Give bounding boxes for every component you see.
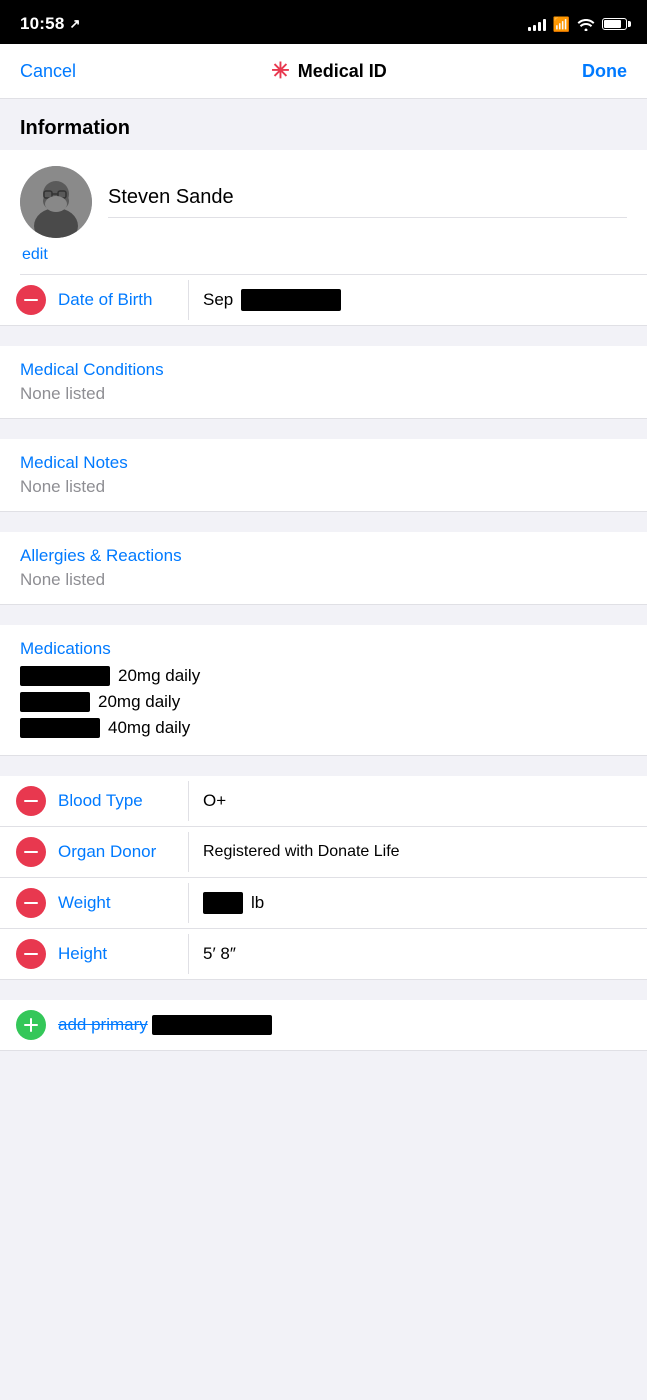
profile-info: Steven Sande bbox=[20, 166, 627, 238]
dob-month: Sep bbox=[203, 290, 233, 310]
battery-icon bbox=[602, 18, 627, 30]
remove-dob-button[interactable] bbox=[16, 285, 46, 315]
form-separator bbox=[188, 781, 189, 821]
add-language-label: add primary bbox=[58, 1015, 148, 1035]
divider bbox=[0, 1050, 647, 1051]
status-icons: 📶 bbox=[528, 16, 627, 33]
med-name-redacted-3 bbox=[20, 718, 100, 738]
medical-star-icon: ✳ bbox=[271, 58, 289, 84]
allergies-title: Allergies & Reactions bbox=[20, 546, 627, 566]
medical-notes-section: Medical Notes None listed bbox=[0, 439, 647, 511]
form-separator bbox=[188, 832, 189, 872]
profile-row: Steven Sande edit bbox=[0, 150, 647, 274]
app-container: Cancel ✳ Medical ID Done Information bbox=[0, 44, 647, 1400]
profile-name: Steven Sande bbox=[108, 186, 627, 218]
section-gap bbox=[0, 980, 647, 1000]
weight-redacted bbox=[203, 892, 243, 914]
add-language-card: add primary bbox=[0, 1000, 647, 1051]
avatar-container bbox=[20, 166, 92, 238]
medications-section: Medications 20mg daily 20mg daily 40mg d… bbox=[0, 625, 647, 755]
section-gap bbox=[0, 326, 647, 346]
section-gap bbox=[0, 756, 647, 776]
avatar-image bbox=[20, 166, 92, 238]
status-bar: 10:58 ↗ 📶 bbox=[0, 0, 647, 44]
profile-card: Steven Sande edit Date of Birth Sep bbox=[0, 150, 647, 326]
date-of-birth-row: Date of Birth Sep bbox=[0, 275, 647, 325]
allergies-section: Allergies & Reactions None listed bbox=[0, 532, 647, 604]
dob-redacted bbox=[241, 289, 341, 311]
page-title: Medical ID bbox=[298, 61, 387, 82]
blood-type-value: O+ bbox=[203, 791, 647, 811]
cancel-button[interactable]: Cancel bbox=[20, 61, 76, 82]
weight-label: Weight bbox=[58, 893, 188, 913]
medical-conditions-value: None listed bbox=[20, 384, 627, 404]
med-dose-2: 20mg daily bbox=[98, 692, 180, 712]
dob-label: Date of Birth bbox=[58, 290, 188, 310]
medications-card: Medications 20mg daily 20mg daily 40mg d… bbox=[0, 625, 647, 756]
medications-title: Medications bbox=[20, 639, 627, 659]
weight-unit: lb bbox=[251, 893, 264, 913]
section-gap bbox=[0, 605, 647, 625]
allergies-card: Allergies & Reactions None listed bbox=[0, 532, 647, 605]
medical-conditions-card: Medical Conditions None listed bbox=[0, 346, 647, 419]
status-time: 10:58 ↗ bbox=[20, 14, 81, 34]
section-gap bbox=[0, 419, 647, 439]
medication-item-3: 40mg daily bbox=[20, 715, 627, 741]
remove-weight-button[interactable] bbox=[16, 888, 46, 918]
form-separator bbox=[188, 280, 189, 320]
remove-organ-donor-button[interactable] bbox=[16, 837, 46, 867]
nav-title: ✳ Medical ID bbox=[271, 58, 386, 84]
add-language-button[interactable] bbox=[16, 1010, 46, 1040]
medical-notes-card: Medical Notes None listed bbox=[0, 439, 647, 512]
blood-type-row: Blood Type O+ bbox=[0, 776, 647, 826]
remove-height-button[interactable] bbox=[16, 939, 46, 969]
avatar bbox=[20, 166, 92, 238]
wifi-icon: 📶 bbox=[553, 16, 570, 33]
medical-notes-value: None listed bbox=[20, 477, 627, 497]
medication-item-1: 20mg daily bbox=[20, 663, 627, 689]
medication-item-2: 20mg daily bbox=[20, 689, 627, 715]
signal-icon bbox=[528, 18, 546, 31]
dob-value: Sep bbox=[203, 289, 647, 311]
time-display: 10:58 bbox=[20, 14, 64, 34]
add-language-row[interactable]: add primary bbox=[0, 1000, 647, 1050]
organ-donor-label: Organ Donor bbox=[58, 842, 188, 862]
height-row: Height 5′ 8″ bbox=[0, 929, 647, 979]
organ-donor-value: Registered with Donate Life bbox=[203, 843, 647, 861]
medical-conditions-section: Medical Conditions None listed bbox=[0, 346, 647, 418]
medical-notes-title: Medical Notes bbox=[20, 453, 627, 473]
blood-type-card: Blood Type O+ Organ Donor Registered wit… bbox=[0, 776, 647, 980]
med-dose-1: 20mg daily bbox=[118, 666, 200, 686]
weight-value: lb bbox=[203, 892, 647, 914]
section-header: Information bbox=[0, 99, 647, 150]
med-name-redacted-2 bbox=[20, 692, 90, 712]
weight-row: Weight lb bbox=[0, 878, 647, 928]
form-separator bbox=[188, 883, 189, 923]
height-label: Height bbox=[58, 944, 188, 964]
section-gap bbox=[0, 512, 647, 532]
allergies-value: None listed bbox=[20, 570, 627, 590]
wifi-icon-svg bbox=[577, 17, 595, 31]
remove-blood-type-button[interactable] bbox=[16, 786, 46, 816]
blood-type-label: Blood Type bbox=[58, 791, 188, 811]
done-button[interactable]: Done bbox=[582, 61, 627, 82]
med-dose-3: 40mg daily bbox=[108, 718, 190, 738]
med-name-redacted-1 bbox=[20, 666, 110, 686]
nav-bar: Cancel ✳ Medical ID Done bbox=[0, 44, 647, 99]
organ-donor-row: Organ Donor Registered with Donate Life bbox=[0, 827, 647, 877]
edit-button[interactable]: edit bbox=[22, 246, 627, 264]
height-value: 5′ 8″ bbox=[203, 944, 647, 964]
form-separator bbox=[188, 934, 189, 974]
section-header-text: Information bbox=[20, 117, 130, 139]
add-language-redacted bbox=[152, 1015, 272, 1035]
location-icon: ↗ bbox=[69, 16, 80, 32]
medical-conditions-title: Medical Conditions bbox=[20, 360, 627, 380]
